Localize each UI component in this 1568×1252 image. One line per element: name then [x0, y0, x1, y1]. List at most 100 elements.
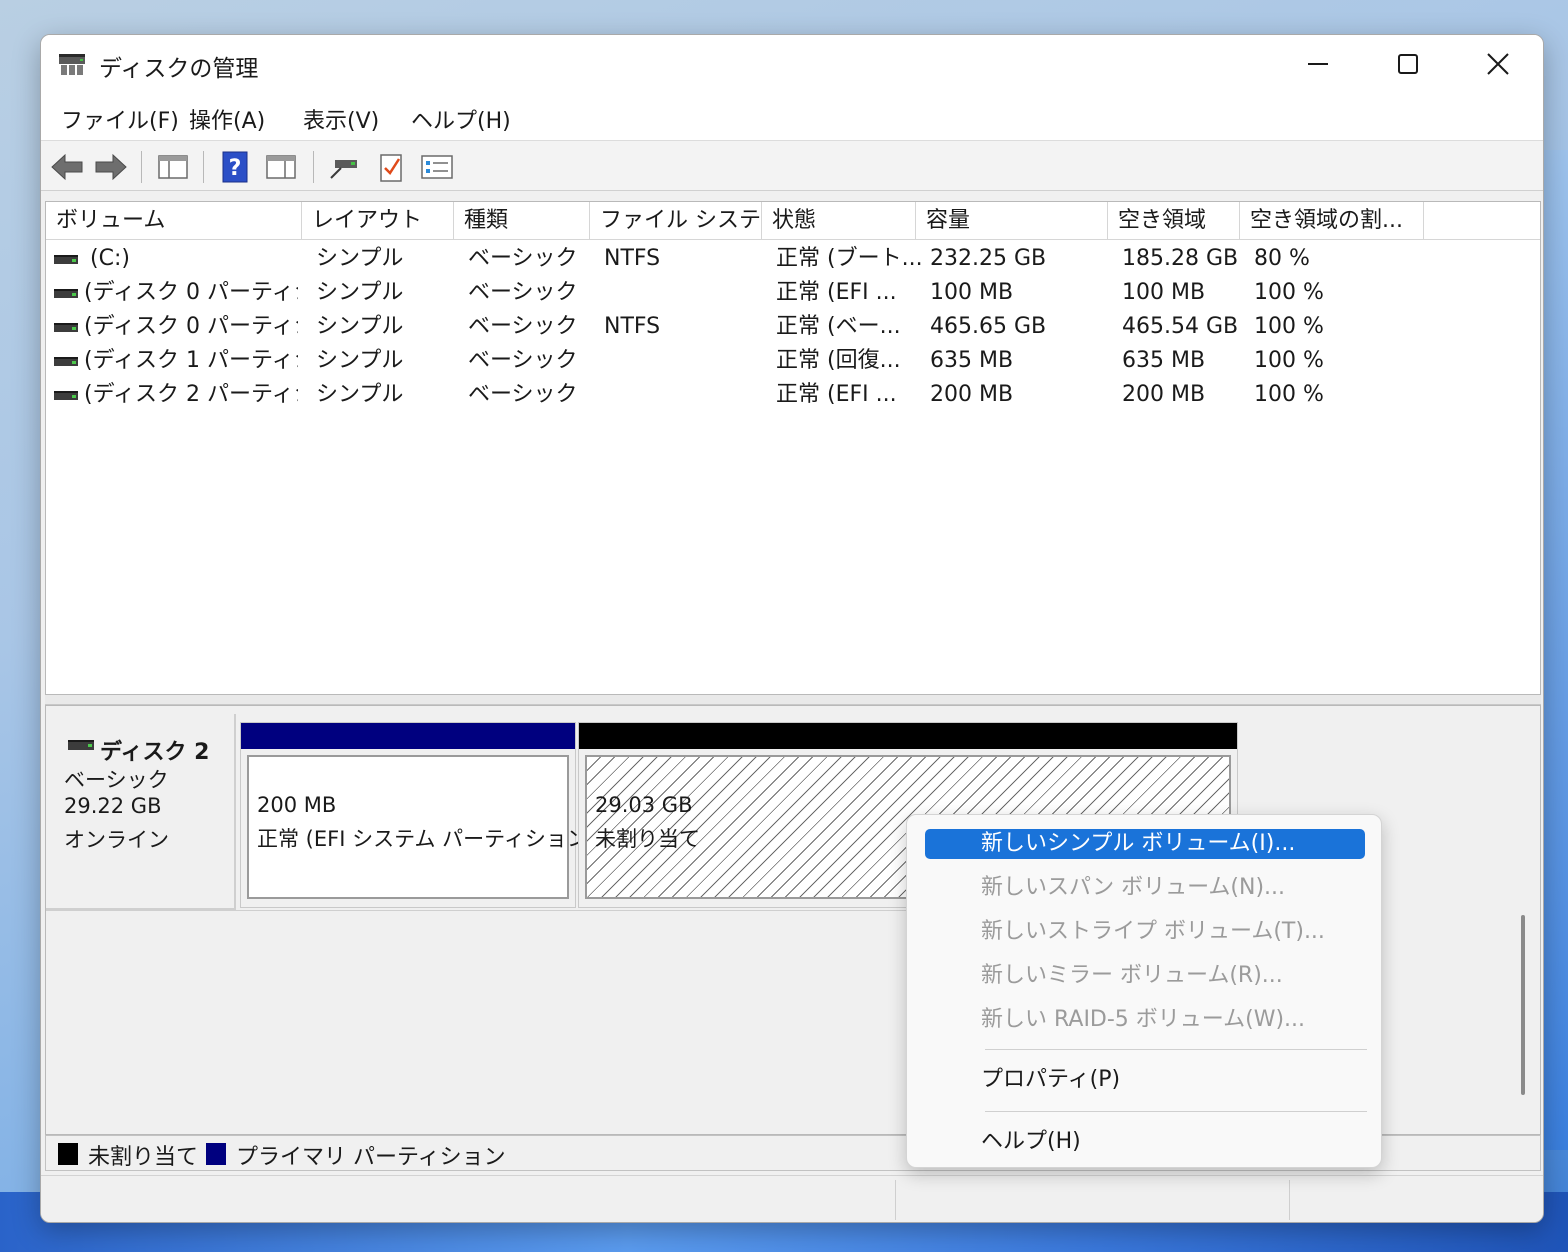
cell-volume: (ディスク 0 パーティシ... [84, 314, 298, 339]
cell-volume: (ディスク 1 パーティシ... [84, 348, 298, 373]
column-header-filesystem[interactable]: ファイル システム [590, 202, 762, 240]
column-header-volume[interactable]: ボリューム [46, 202, 302, 240]
cell-free-space: 100 MB [1122, 280, 1206, 305]
menu-help-item[interactable]: ヘルプ(H) [925, 1127, 1365, 1157]
table-row[interactable]: (ディスク 1 パーティシ... シンプル ベーシック 正常 (回復... 63… [46, 344, 1540, 378]
connect-icon [330, 160, 357, 179]
context-menu: 新しいシンプル ボリューム(I)... 新しいスパン ボリューム(N)... 新… [906, 814, 1382, 1168]
close-button[interactable] [1453, 35, 1543, 93]
menu-new-striped-volume: 新しいストライプ ボリューム(T)... [925, 917, 1365, 947]
cell-free-percent: 100 % [1254, 382, 1324, 407]
check-icon [380, 154, 402, 182]
minimize-button[interactable] [1273, 35, 1363, 93]
title-bar[interactable]: ディスクの管理 [41, 35, 1543, 93]
cell-free-percent: 100 % [1254, 280, 1324, 305]
pane-splitter[interactable] [45, 695, 1541, 705]
back-arrow-icon [51, 153, 83, 181]
cell-type: ベーシック [468, 314, 578, 339]
column-header-status[interactable]: 状態 [762, 202, 916, 240]
legend-unallocated-label: 未割り当て [88, 1145, 199, 1170]
status-bar [41, 1175, 1543, 1222]
legend-primary-swatch [206, 1143, 226, 1165]
cell-free-space: 185.28 GB [1122, 246, 1239, 271]
maximize-icon [1398, 54, 1418, 74]
cell-capacity: 200 MB [930, 382, 1014, 407]
action-pane-button[interactable] [263, 150, 299, 184]
menu-bar: ファイル(F) 操作(A) 表示(V) ヘルプ(H) [41, 93, 1543, 141]
partition-size: 29.03 GB [595, 793, 693, 817]
menu-item-label: 新しいミラー ボリューム(R)... [981, 963, 1283, 988]
menu-file[interactable]: ファイル(F) [61, 103, 179, 135]
cell-volume: (C:) [90, 246, 130, 271]
cell-layout: シンプル [316, 246, 404, 271]
cell-capacity: 465.65 GB [930, 314, 1047, 339]
back-button[interactable] [49, 150, 85, 184]
menu-properties[interactable]: プロパティ(P) [925, 1065, 1365, 1095]
disk-type: ベーシック [64, 768, 169, 792]
menu-new-simple-volume[interactable]: 新しいシンプル ボリューム(I)... [925, 829, 1365, 859]
cell-free-percent: 100 % [1254, 314, 1324, 339]
partition-label: 正常 (EFI システム パーティション) [257, 827, 597, 851]
cell-layout: シンプル [316, 280, 404, 305]
disk-info-box[interactable]: ディスク 2 ベーシック 29.22 GB オンライン [46, 714, 236, 910]
vertical-scrollbar[interactable] [1521, 915, 1525, 1095]
column-header-type[interactable]: 種類 [454, 202, 590, 240]
partition-efi[interactable]: 200 MB 正常 (EFI システム パーティション) [240, 722, 596, 908]
menu-action[interactable]: 操作(A) [189, 103, 265, 135]
volume-icon [54, 289, 78, 298]
cell-free-percent: 80 % [1254, 246, 1310, 271]
legend-primary-label: プライマリ パーティション [236, 1145, 506, 1170]
cell-free-space: 200 MB [1122, 382, 1206, 407]
table-row[interactable]: (ディスク 0 パーティシ... シンプル ベーシック 正常 (EFI ... … [46, 276, 1540, 310]
cell-type: ベーシック [468, 246, 578, 271]
close-icon [1487, 53, 1509, 75]
disk-icon [68, 740, 94, 750]
svg-text:?: ? [229, 156, 242, 181]
menu-separator [985, 1049, 1367, 1050]
cell-free-space: 635 MB [1122, 348, 1206, 373]
legend-unallocated-swatch [58, 1143, 78, 1165]
column-header-capacity[interactable]: 容量 [916, 202, 1108, 240]
cell-status: 正常 (ベー... [776, 314, 901, 339]
console-tree-icon [158, 155, 188, 179]
volume-icon [54, 255, 78, 264]
column-header-free-percent[interactable]: 空き領域の割... [1240, 202, 1424, 240]
menu-item-label: 新しいストライプ ボリューム(T)... [981, 919, 1325, 944]
forward-button[interactable] [93, 150, 129, 184]
maximize-button[interactable] [1363, 35, 1453, 93]
table-row[interactable]: (ディスク 2 パーティシ... シンプル ベーシック 正常 (EFI ... … [46, 378, 1540, 412]
cell-free-percent: 100 % [1254, 348, 1324, 373]
cell-type: ベーシック [468, 382, 578, 407]
minimize-icon [1308, 63, 1328, 65]
help-button[interactable]: ? [217, 150, 253, 184]
volume-icon [54, 391, 78, 400]
partition-label: 未割り当て [595, 827, 700, 851]
cell-capacity: 635 MB [930, 348, 1014, 373]
disk-size: 29.22 GB [64, 794, 162, 818]
menu-view[interactable]: 表示(V) [303, 103, 379, 135]
menu-item-label: 新しいスパン ボリューム(N)... [981, 875, 1286, 900]
disk-state: オンライン [64, 828, 169, 852]
unallocated-bar [579, 723, 1237, 749]
table-row[interactable]: (ディスク 0 パーティシ... シンプル ベーシック NTFS 正常 (ベー.… [46, 310, 1540, 344]
cell-type: ベーシック [468, 348, 578, 373]
menu-item-label: 新しい RAID-5 ボリューム(W)... [981, 1007, 1306, 1032]
toolbar-separator [313, 151, 314, 183]
menu-new-raid5-volume: 新しい RAID-5 ボリューム(W)... [925, 1005, 1365, 1035]
volume-icon [54, 323, 78, 332]
cell-status: 正常 (ブート... [776, 246, 923, 271]
cell-status: 正常 (EFI ... [776, 280, 897, 305]
connect-button[interactable] [327, 150, 363, 184]
menu-help[interactable]: ヘルプ(H) [411, 103, 511, 135]
volume-list[interactable]: ボリューム レイアウト 種類 ファイル システム 状態 容量 空き領域 空き領域… [45, 201, 1541, 695]
window-title: ディスクの管理 [99, 56, 259, 82]
menu-new-spanned-volume: 新しいスパン ボリューム(N)... [925, 873, 1365, 903]
properties-list-button[interactable] [419, 150, 455, 184]
console-tree-button[interactable] [155, 150, 191, 184]
column-header-free-space[interactable]: 空き領域 [1108, 202, 1240, 240]
column-header-layout[interactable]: レイアウト [302, 202, 454, 240]
check-button[interactable] [373, 150, 409, 184]
cell-volume: (ディスク 0 パーティシ... [84, 280, 298, 305]
properties-list-icon [421, 155, 453, 179]
table-row[interactable]: (C:) シンプル ベーシック NTFS 正常 (ブート... 232.25 G… [46, 242, 1540, 276]
